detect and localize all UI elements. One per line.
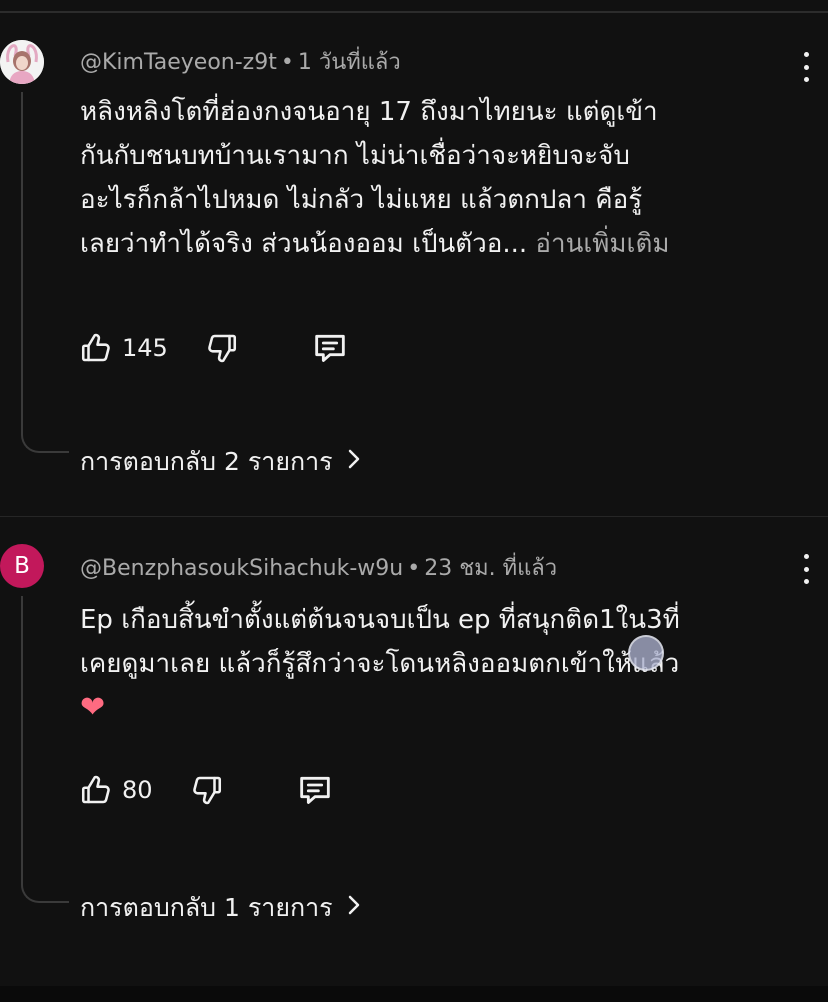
- thumb-down-icon[interactable]: [189, 772, 225, 808]
- read-more-link[interactable]: อ่านเพิ่มเติม: [535, 229, 669, 259]
- chevron-right-icon: [345, 447, 363, 477]
- comment-header: @KimTaeyeon-z9t • 1 วันที่แล้ว: [80, 44, 401, 79]
- author-name[interactable]: @BenzphasoukSihachuk-w9u: [80, 556, 403, 581]
- chevron-right-icon: [345, 893, 363, 923]
- comment-line-last: เลยว่าทำได้จริง ส่วนน้องออม เป็นตัวอ... …: [80, 229, 670, 259]
- comment-line: กันกับชนบทบ้านเรามาก ไม่น่าเชื่อว่าจะหยิ…: [80, 141, 630, 171]
- avatar-letter: B: [14, 553, 30, 579]
- comment-icon[interactable]: [295, 770, 335, 810]
- comment-line: เคยดูมาเลย แล้วก็รู้สึกว่าจะโดนหลิงออมตก…: [80, 649, 680, 679]
- thread-line: [21, 596, 69, 903]
- comment-time: 23 ชม. ที่แล้ว: [424, 556, 558, 581]
- comment-text: หลิงหลิงโตที่ฮ่องกงจนอายุ 17 ถึงมาไทยนะ …: [80, 90, 790, 266]
- separator: •: [407, 556, 421, 581]
- user-avatar[interactable]: [0, 40, 44, 84]
- heart-emoji: ❤: [80, 690, 106, 725]
- user-avatar[interactable]: B: [0, 544, 44, 588]
- comment-line: อะไรก็กล้าไปหมด ไม่กลัว ไม่แหย แล้วตกปลา…: [80, 185, 643, 215]
- bottom-bar: [0, 986, 828, 1002]
- comment-header: @BenzphasoukSihachuk-w9u • 23 ชม. ที่แล้ว: [80, 550, 557, 585]
- more-vert-icon[interactable]: [798, 52, 814, 82]
- comment-text: Ep เกือบสิ้นขำตั้งแต่ต้นจนจบเป็น ep ที่ส…: [80, 598, 790, 730]
- thread-line: [21, 92, 69, 453]
- comment-2: B @BenzphasoukSihachuk-w9u • 23 ชม. ที่แล้…: [0, 524, 828, 954]
- comment-time: 1 วันที่แล้ว: [297, 50, 401, 75]
- more-vert-icon[interactable]: [798, 554, 814, 584]
- thumb-down-icon[interactable]: [204, 330, 240, 366]
- comment-actions: 80: [78, 770, 335, 810]
- thumb-up-icon[interactable]: [78, 330, 114, 366]
- view-replies-button[interactable]: การตอบกลับ 1 รายการ: [80, 888, 363, 928]
- like-count: 145: [122, 334, 168, 362]
- separator: •: [280, 50, 294, 75]
- comment-icon[interactable]: [310, 328, 350, 368]
- replies-label: การตอบกลับ 1 รายการ: [80, 893, 333, 922]
- top-divider: [0, 11, 828, 13]
- view-replies-button[interactable]: การตอบกลับ 2 รายการ: [80, 442, 363, 482]
- comment-line: หลิงหลิงโตที่ฮ่องกงจนอายุ 17 ถึงมาไทยนะ …: [80, 97, 658, 127]
- replies-label: การตอบกลับ 2 รายการ: [80, 447, 333, 476]
- touch-indicator: [628, 635, 664, 671]
- comment-actions: 145: [78, 328, 350, 368]
- comment-1: @KimTaeyeon-z9t • 1 วันที่แล้ว หลิงหลิงโตท…: [0, 28, 828, 498]
- thumb-up-icon[interactable]: [78, 772, 114, 808]
- comment-line: Ep เกือบสิ้นขำตั้งแต่ต้นจนจบเป็น ep ที่ส…: [80, 605, 680, 635]
- comment-divider: [0, 516, 828, 517]
- avatar-photo-image: [0, 40, 44, 84]
- author-name[interactable]: @KimTaeyeon-z9t: [80, 50, 277, 75]
- like-count: 80: [122, 776, 153, 804]
